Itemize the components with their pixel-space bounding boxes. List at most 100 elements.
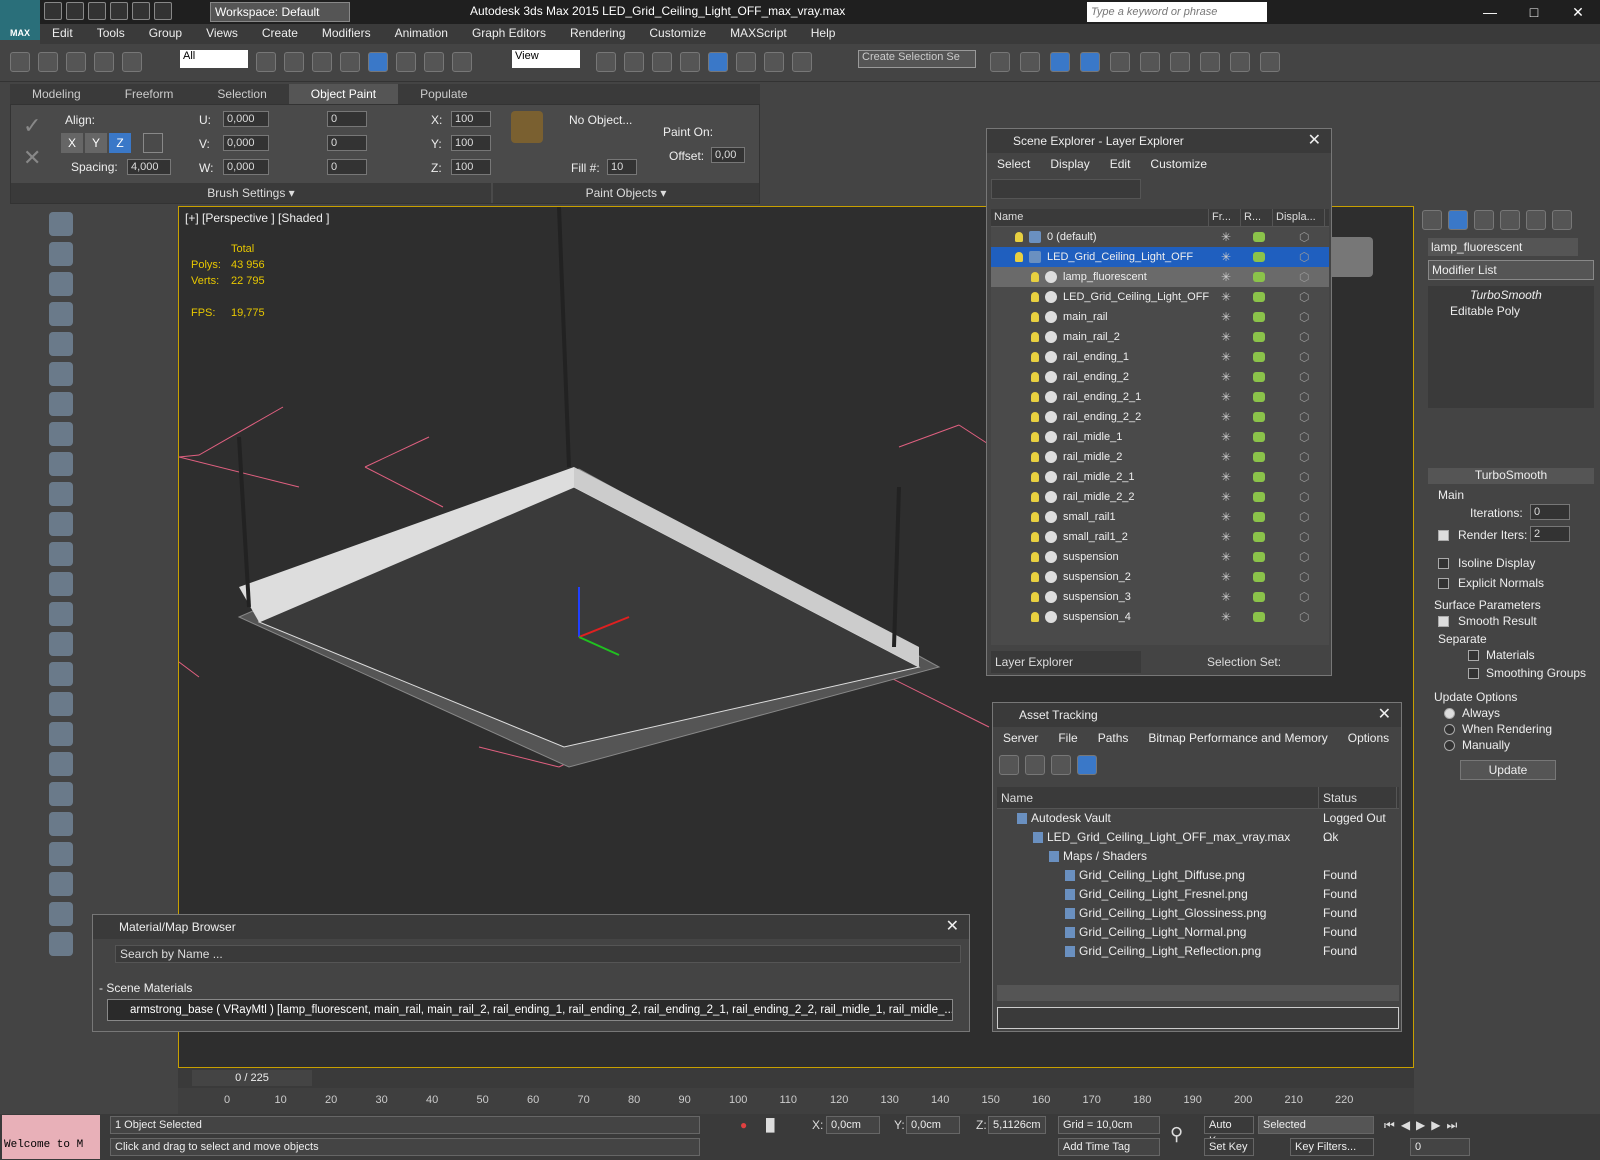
menu-edit[interactable]: Edit	[40, 24, 85, 44]
display-box-icon[interactable]: ⬡	[1299, 387, 1309, 407]
menu-maxscript[interactable]: MAXScript	[718, 24, 799, 44]
selection-set-label[interactable]: Selection Set:	[1207, 651, 1281, 673]
se-row[interactable]: lamp_fluorescent ✳ ⬡	[991, 267, 1329, 287]
keyboard-shortcut-icon[interactable]	[652, 52, 672, 72]
se-row[interactable]: small_rail1 ✳ ⬡	[991, 507, 1329, 527]
se-row[interactable]: 0 (default) ✳ ⬡	[991, 227, 1329, 247]
display-box-icon[interactable]: ⬡	[1299, 487, 1309, 507]
visibility-bulb-icon[interactable]	[1031, 292, 1039, 302]
cancel-x-icon[interactable]: ✕	[23, 145, 41, 171]
y-coord-input[interactable]: 0,0cm	[906, 1116, 960, 1134]
menu-views[interactable]: Views	[194, 24, 250, 44]
renderable-teapot-icon[interactable]	[1253, 232, 1265, 242]
scene-materials-header[interactable]: - Scene Materials	[99, 981, 192, 995]
next-frame-icon[interactable]: ▶	[1431, 1118, 1440, 1133]
renderable-teapot-icon[interactable]	[1253, 372, 1265, 382]
named-selection-set-input[interactable]: Create Selection Se	[858, 50, 976, 68]
at-menu-bitmap[interactable]: Bitmap Performance and Memory	[1138, 727, 1337, 749]
check-icon[interactable]: ✓	[23, 113, 41, 139]
renderable-teapot-icon[interactable]	[1253, 512, 1265, 522]
cone-icon[interactable]	[49, 572, 73, 596]
se-row[interactable]: main_rail ✳ ⬡	[991, 307, 1329, 327]
se-row[interactable]: rail_ending_2 ✳ ⬡	[991, 367, 1329, 387]
key-icon[interactable]: ⚲	[1170, 1124, 1183, 1145]
open-file-icon[interactable]	[66, 2, 84, 20]
material-editor-icon[interactable]	[1170, 52, 1190, 72]
menu-rendering[interactable]: Rendering	[558, 24, 637, 44]
previous-frame-icon[interactable]: ◀	[1401, 1118, 1410, 1133]
undo-icon[interactable]	[110, 2, 128, 20]
visibility-bulb-icon[interactable]	[1031, 612, 1039, 622]
timeline-ruler[interactable]: 0 10 20 30 40 50 60 70 80 90 100 110 120 130 140 150 160…	[178, 1088, 1414, 1114]
sphere-icon[interactable]	[49, 512, 73, 536]
x-coord-input[interactable]: 0,0cm	[826, 1116, 880, 1134]
tab-populate[interactable]: Populate	[398, 84, 489, 104]
freeze-icon[interactable]: ✳	[1221, 507, 1231, 527]
tab-selection[interactable]: Selection	[195, 84, 288, 104]
close-icon[interactable]: ✕	[946, 915, 959, 939]
w-input[interactable]: 0,000	[223, 159, 269, 175]
menu-tools[interactable]: Tools	[85, 24, 137, 44]
create-tab-icon[interactable]	[1422, 210, 1442, 230]
gear-icon[interactable]	[49, 752, 73, 776]
renderable-teapot-icon[interactable]	[1253, 612, 1265, 622]
hierarchy-tab-icon[interactable]	[1474, 210, 1494, 230]
z-coord-input[interactable]: 5,1126cm	[988, 1116, 1046, 1134]
at-col-name[interactable]: Name	[997, 787, 1319, 808]
rendered-frame-icon[interactable]	[1230, 52, 1250, 72]
menu-animation[interactable]: Animation	[383, 24, 460, 44]
at-menu-options[interactable]: Options	[1338, 727, 1399, 749]
spacing-input[interactable]: 4,000	[127, 159, 171, 175]
visibility-bulb-icon[interactable]	[1031, 492, 1039, 502]
smoothing-groups-checkbox[interactable]	[1468, 668, 1479, 679]
se-menu-select[interactable]: Select	[987, 153, 1040, 175]
visibility-bulb-icon[interactable]	[1031, 592, 1039, 602]
freeze-icon[interactable]: ✳	[1221, 307, 1231, 327]
visibility-bulb-icon[interactable]	[1031, 512, 1039, 522]
project-folder-icon[interactable]	[154, 2, 172, 20]
reference-coord-dropdown[interactable]: View	[512, 50, 580, 68]
rotate-icon[interactable]	[396, 52, 416, 72]
renderable-teapot-icon[interactable]	[1253, 552, 1265, 562]
app-logo-icon[interactable]: MAX	[0, 0, 40, 40]
render-iters-checkbox[interactable]	[1438, 530, 1449, 541]
renderable-teapot-icon[interactable]	[1253, 532, 1265, 542]
se-menu-edit[interactable]: Edit	[1100, 153, 1141, 175]
update-button[interactable]: Update	[1460, 760, 1556, 780]
visibility-bulb-icon[interactable]	[1031, 312, 1039, 322]
iterations-input[interactable]: 0	[1530, 504, 1570, 520]
bind-space-warp-icon[interactable]	[122, 52, 142, 72]
particles-icon[interactable]	[49, 662, 73, 686]
visibility-bulb-icon[interactable]	[1015, 252, 1023, 262]
pyramid-icon[interactable]	[49, 722, 73, 746]
asset-tracking-titlebar[interactable]: Asset Tracking ✕	[993, 703, 1401, 727]
stack-turbosmooth[interactable]: TurboSmooth	[1428, 286, 1594, 304]
renderable-teapot-icon[interactable]	[1253, 452, 1265, 462]
se-row[interactable]: suspension_4 ✳ ⬡	[991, 607, 1329, 627]
visibility-bulb-icon[interactable]	[1031, 332, 1039, 342]
align-label[interactable]: Align:	[65, 113, 95, 127]
col-render[interactable]: R...	[1241, 209, 1273, 226]
se-row[interactable]: rail_midle_2 ✳ ⬡	[991, 447, 1329, 467]
se-row[interactable]: suspension_2 ✳ ⬡	[991, 567, 1329, 587]
renderable-teapot-icon[interactable]	[1253, 352, 1265, 362]
display-box-icon[interactable]: ⬡	[1299, 407, 1309, 427]
redo-icon[interactable]	[38, 52, 58, 72]
curve-editor-icon[interactable]	[1110, 52, 1130, 72]
display-box-icon[interactable]: ⬡	[1299, 447, 1309, 467]
offset-input[interactable]: 0,00	[711, 147, 745, 163]
u-input[interactable]: 0,000	[223, 111, 269, 127]
renderable-teapot-icon[interactable]	[1253, 432, 1265, 442]
manipulate-icon[interactable]	[624, 52, 644, 72]
scene-explorer-titlebar[interactable]: Scene Explorer - Layer Explorer ✕	[987, 129, 1331, 153]
menu-graph-editors[interactable]: Graph Editors	[460, 24, 558, 44]
display-box-icon[interactable]: ⬡	[1299, 287, 1309, 307]
tab-modeling[interactable]: Modeling	[10, 84, 103, 104]
renderable-teapot-icon[interactable]	[1253, 252, 1265, 262]
axis-x-button[interactable]: X	[61, 133, 83, 153]
link-icon[interactable]	[66, 52, 86, 72]
move-icon[interactable]	[368, 52, 388, 72]
se-row[interactable]: rail_midle_1 ✳ ⬡	[991, 427, 1329, 447]
display-box-icon[interactable]: ⬡	[1299, 247, 1309, 267]
display-box-icon[interactable]: ⬡	[1299, 367, 1309, 387]
